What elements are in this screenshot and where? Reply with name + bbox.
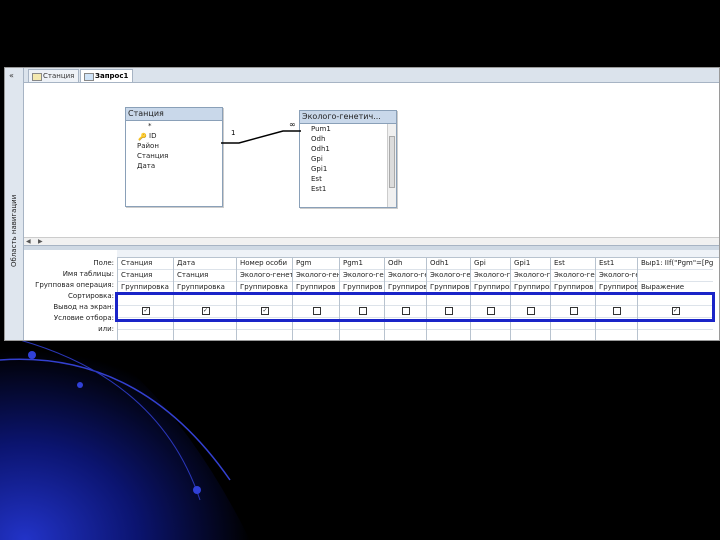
field-est[interactable]: Est <box>300 174 396 184</box>
table-cell[interactable]: Эколого-генет <box>237 270 293 282</box>
or-cell[interactable] <box>174 330 237 340</box>
field-cell[interactable]: Номер особи <box>237 258 293 270</box>
show-row-highlight <box>115 292 715 322</box>
row-label-show: Вывод на экран: <box>53 303 114 311</box>
or-cell[interactable] <box>511 330 551 340</box>
table-box-stanciya[interactable]: Станция * 🔑 ID Район Станция Дата <box>125 107 223 207</box>
table-cell[interactable]: Станция <box>118 270 174 282</box>
field-cell[interactable]: Дата <box>174 258 237 270</box>
table-cell[interactable]: Эколого-ге <box>385 270 427 282</box>
scroll-left-icon[interactable]: ◀ <box>26 238 31 245</box>
or-cell[interactable] <box>385 330 427 340</box>
field-est1[interactable]: Est1 <box>300 184 396 194</box>
field-rayon[interactable]: Район <box>126 141 222 151</box>
table-cell[interactable] <box>638 270 713 282</box>
field-stanciya[interactable]: Станция <box>126 151 222 161</box>
field-cell[interactable]: Odh <box>385 258 427 270</box>
field-cell[interactable]: Pgm <box>293 258 340 270</box>
field-all[interactable]: * <box>126 121 222 131</box>
or-cell[interactable] <box>340 330 385 340</box>
field-cell[interactable]: Gpi <box>471 258 511 270</box>
field-label: ID <box>149 132 157 140</box>
table-cell[interactable]: Эколого-ген <box>293 270 340 282</box>
table-cell[interactable]: Эколого-ге <box>596 270 638 282</box>
table-cell[interactable]: Эколого-ге <box>551 270 596 282</box>
tab-label: Станция <box>43 72 75 80</box>
field-cell[interactable]: Выр1: IIf("Pgm"=[Pgm1] <box>638 258 713 270</box>
table-cell[interactable]: Станция <box>174 270 237 282</box>
field-cell[interactable]: Станция <box>118 258 174 270</box>
table-cell[interactable]: Эколого-г <box>471 270 511 282</box>
row-label-field: Поле: <box>93 259 114 267</box>
or-cell[interactable] <box>596 330 638 340</box>
or-cell[interactable] <box>118 330 174 340</box>
table-cell[interactable]: Эколого-ге <box>427 270 471 282</box>
table-box-title[interactable]: Эколого-генетич... <box>300 111 396 124</box>
tab-label: Запрос1 <box>95 72 129 80</box>
or-cell[interactable] <box>471 330 511 340</box>
field-id[interactable]: 🔑 ID <box>126 131 222 141</box>
document-tabs: Станция Запрос1 <box>24 68 719 83</box>
query-design-pane: Станция * 🔑 ID Район Станция Дата Эколого… <box>24 83 719 245</box>
or-cell[interactable] <box>638 330 713 340</box>
query-icon <box>84 73 94 81</box>
collapse-icon[interactable]: « <box>9 71 14 80</box>
scroll-right-icon[interactable]: ▶ <box>38 238 43 245</box>
many-label: ∞ <box>289 120 296 129</box>
scroll-thumb[interactable] <box>389 136 395 188</box>
or-cell[interactable] <box>551 330 596 340</box>
table-box-scrollbar[interactable] <box>387 124 396 207</box>
row-label-table: Имя таблицы: <box>62 270 114 278</box>
field-odh1[interactable]: Odh1 <box>300 144 396 154</box>
navigation-pane-title: Область навигации <box>10 194 18 267</box>
field-cell[interactable]: Odh1 <box>427 258 471 270</box>
field-cell[interactable]: Est <box>551 258 596 270</box>
table-box-title[interactable]: Станция <box>126 108 222 121</box>
table-cell[interactable]: Эколого-ге <box>511 270 551 282</box>
field-pum1[interactable]: Pum1 <box>300 124 396 134</box>
field-odh[interactable]: Odh <box>300 134 396 144</box>
row-label-or: или: <box>98 325 114 333</box>
field-cell[interactable]: Pgm1 <box>340 258 385 270</box>
field-cell[interactable]: Est1 <box>596 258 638 270</box>
row-label-total: Групповая операция: <box>35 281 114 289</box>
row-label-criteria: Условие отбора: <box>53 314 114 322</box>
row-label-sort: Сортировка: <box>68 292 114 300</box>
field-data[interactable]: Дата <box>126 161 222 171</box>
or-cell[interactable] <box>427 330 471 340</box>
column-selector-bar[interactable] <box>117 250 719 258</box>
table-cell[interactable]: Эколого-ге <box>340 270 385 282</box>
table-box-ecogen[interactable]: Эколого-генетич... Pum1 Odh Odh1 Gpi Gpi… <box>299 110 397 208</box>
table-icon <box>32 73 42 81</box>
one-label: 1 <box>231 129 236 137</box>
or-cell[interactable] <box>293 330 340 340</box>
tab-stanciya[interactable]: Станция <box>28 69 80 82</box>
navigation-pane[interactable]: « Область навигации <box>5 68 24 340</box>
tab-query1[interactable]: Запрос1 <box>80 69 134 82</box>
field-cell[interactable]: Gpi1 <box>511 258 551 270</box>
or-cell[interactable] <box>237 330 293 340</box>
field-gpi1[interactable]: Gpi1 <box>300 164 396 174</box>
grid-row-labels: Поле: Имя таблицы: Групповая операция: С… <box>24 258 115 335</box>
field-gpi[interactable]: Gpi <box>300 154 396 164</box>
